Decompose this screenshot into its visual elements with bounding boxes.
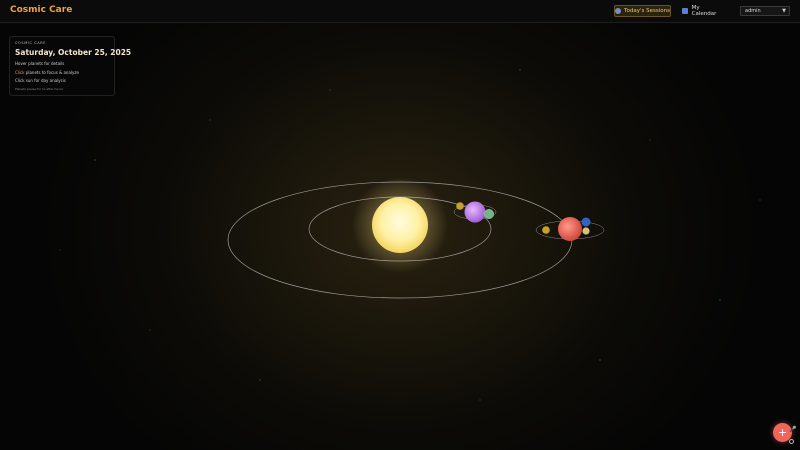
planet-purple[interactable] <box>464 201 486 223</box>
sun[interactable] <box>372 197 428 253</box>
moon-pale[interactable] <box>582 227 590 235</box>
planet-red[interactable] <box>558 217 582 241</box>
mic-icon[interactable]: 🎤 <box>789 426 796 434</box>
plus-icon: + <box>777 426 788 439</box>
moon-blue[interactable] <box>581 217 591 227</box>
moon-green[interactable] <box>484 208 495 219</box>
moon-yellow[interactable] <box>542 226 550 234</box>
status-indicator-icon[interactable] <box>789 439 794 444</box>
planet-red-system[interactable] <box>535 217 605 241</box>
solar-system-scene <box>59 69 761 401</box>
moon-yellow[interactable] <box>456 202 464 210</box>
planet-purple-system[interactable] <box>453 201 497 223</box>
